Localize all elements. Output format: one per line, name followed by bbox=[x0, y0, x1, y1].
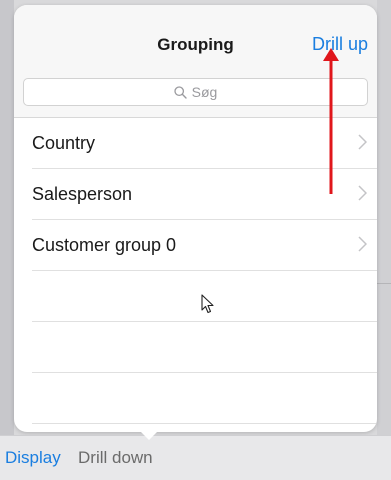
mouse-pointer-icon bbox=[201, 294, 214, 319]
chevron-right-icon bbox=[358, 185, 368, 206]
popover-pointer bbox=[137, 428, 161, 440]
empty-list-row bbox=[32, 373, 377, 424]
list-item-label: Country bbox=[32, 133, 96, 153]
empty-list-row bbox=[32, 322, 377, 373]
search-input[interactable]: Søg bbox=[23, 78, 368, 106]
list-item-label: Salesperson bbox=[32, 184, 133, 204]
list-item-label: Customer group 0 bbox=[32, 235, 177, 255]
backdrop-left bbox=[0, 0, 14, 435]
search-placeholder: Søg bbox=[191, 84, 218, 100]
red-arrow-icon bbox=[319, 48, 343, 203]
drill-down-tab[interactable]: Drill down bbox=[78, 448, 153, 468]
bottom-toolbar: Display Drill down bbox=[0, 435, 391, 480]
display-tab[interactable]: Display bbox=[5, 448, 61, 468]
backdrop-right bbox=[377, 0, 391, 435]
list-item-customer-group[interactable]: Customer group 0 bbox=[32, 220, 377, 271]
chevron-right-icon bbox=[358, 134, 368, 155]
backdrop-divider bbox=[377, 283, 391, 284]
chevron-right-icon bbox=[358, 236, 368, 257]
search-icon bbox=[174, 85, 187, 99]
